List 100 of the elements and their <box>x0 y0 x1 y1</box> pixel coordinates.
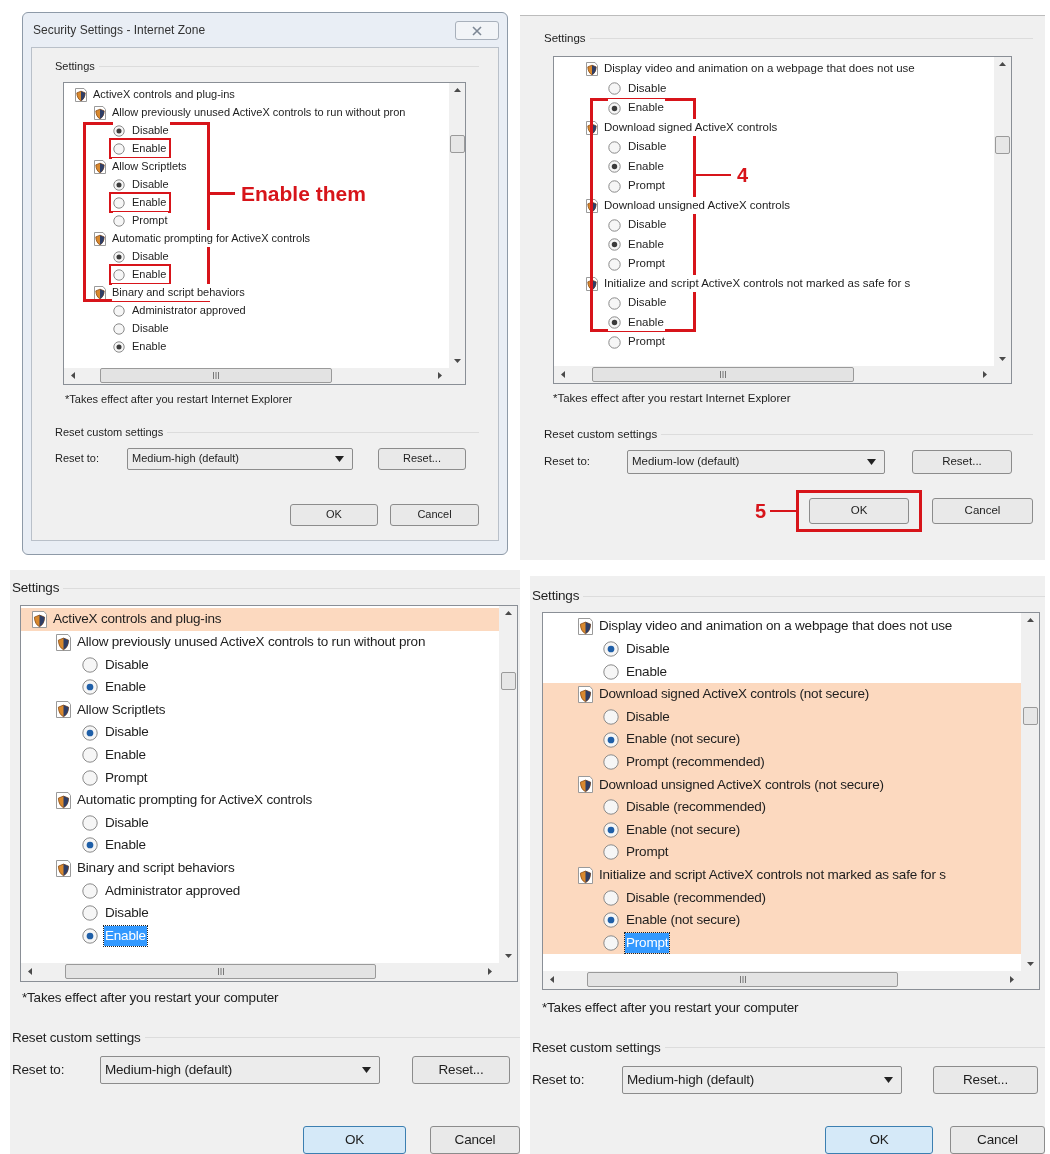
dropdown[interactable]: Medium-high (default) <box>622 1066 902 1094</box>
radio-button[interactable] <box>608 218 621 232</box>
option-label[interactable]: Prompt <box>104 767 149 788</box>
horizontal-scrollbar[interactable] <box>64 367 449 384</box>
horizontal-scrollbar[interactable] <box>21 962 499 981</box>
radio-button[interactable] <box>603 889 619 906</box>
option-label[interactable]: Disable (recommended) <box>625 887 767 908</box>
dropdown[interactable]: Medium-low (default) <box>627 449 885 474</box>
option-label[interactable]: Disable <box>627 79 668 98</box>
option-label[interactable]: Prompt <box>627 333 667 351</box>
option-label[interactable]: Enable <box>627 235 665 254</box>
radio-button[interactable] <box>608 316 621 329</box>
scroll-thumb[interactable] <box>500 672 516 691</box>
option-label[interactable]: Enable (not secure) <box>625 819 741 840</box>
radio-button[interactable] <box>608 101 621 115</box>
radio-button[interactable] <box>608 140 621 154</box>
option-label[interactable]: Disable (recommended) <box>625 797 767 818</box>
reset-button[interactable]: Reset... <box>912 449 1012 474</box>
option-label[interactable]: Administrator approved <box>131 302 247 319</box>
radio-button[interactable] <box>608 296 621 310</box>
option-label[interactable]: Prompt <box>627 255 667 273</box>
option-label[interactable]: Disable <box>627 138 668 156</box>
radio-button[interactable] <box>82 724 98 741</box>
cancel-button[interactable]: Cancel <box>950 1126 1045 1154</box>
option-label[interactable]: Disable <box>104 812 150 833</box>
radio-button[interactable] <box>113 268 125 281</box>
scroll-thumb[interactable] <box>1022 707 1038 726</box>
scroll-thumb[interactable] <box>587 972 898 987</box>
radio-button[interactable] <box>82 814 98 831</box>
option-label[interactable]: Enable <box>131 338 168 355</box>
option-label[interactable]: Disable <box>104 722 150 743</box>
vertical-scrollbar[interactable] <box>449 82 465 368</box>
radio-button[interactable] <box>113 304 125 317</box>
radio-button[interactable] <box>113 196 125 209</box>
option-label[interactable]: Prompt <box>625 842 670 863</box>
radio-button[interactable] <box>113 142 125 155</box>
radio-button[interactable] <box>82 905 98 922</box>
radio-button[interactable] <box>603 731 619 748</box>
radio-button[interactable] <box>603 641 619 658</box>
cancel-button[interactable]: Cancel <box>390 503 479 526</box>
radio-button[interactable] <box>603 799 619 816</box>
ok-button[interactable]: OK <box>809 497 909 524</box>
radio-button[interactable] <box>603 708 619 725</box>
dropdown[interactable]: Medium-high (default) <box>100 1056 380 1084</box>
radio-button[interactable] <box>608 257 621 271</box>
radio-button[interactable] <box>603 844 619 861</box>
radio-button[interactable] <box>608 160 621 173</box>
horizontal-scrollbar[interactable] <box>543 970 1021 989</box>
reset-button[interactable]: Reset... <box>378 447 466 470</box>
scroll-thumb[interactable] <box>592 367 854 383</box>
ok-button[interactable]: OK <box>303 1126 406 1154</box>
option-label[interactable]: Disable <box>131 320 170 337</box>
option-label[interactable]: Enable <box>104 745 147 766</box>
radio-button[interactable] <box>608 238 621 251</box>
scroll-thumb[interactable] <box>449 134 465 153</box>
option-label[interactable]: Administrator approved <box>104 880 242 901</box>
radio-button[interactable] <box>608 82 621 95</box>
option-label[interactable]: Enable <box>104 677 147 698</box>
cancel-button[interactable]: Cancel <box>430 1126 520 1154</box>
vertical-scrollbar[interactable] <box>499 606 517 963</box>
option-label[interactable]: Enable <box>104 835 147 856</box>
radio-button[interactable] <box>603 663 619 680</box>
option-label[interactable]: Disable <box>104 654 150 675</box>
vertical-scrollbar[interactable] <box>1021 613 1039 971</box>
radio-button[interactable] <box>603 934 619 951</box>
option-label[interactable]: Prompt <box>627 177 667 195</box>
radio-button[interactable] <box>113 178 125 191</box>
reset-button[interactable]: Reset... <box>933 1066 1038 1094</box>
option-label[interactable]: Enable <box>131 194 168 211</box>
scroll-thumb[interactable] <box>65 964 376 979</box>
option-label[interactable]: Disable <box>625 639 671 660</box>
scroll-thumb[interactable] <box>100 368 332 383</box>
radio-button[interactable] <box>82 747 98 764</box>
scroll-thumb[interactable] <box>995 136 1010 155</box>
reset-button[interactable]: Reset... <box>412 1056 510 1084</box>
radio-button[interactable] <box>113 124 125 137</box>
vertical-scrollbar[interactable] <box>994 57 1011 367</box>
ok-button[interactable]: OK <box>825 1126 933 1154</box>
radio-button[interactable] <box>113 340 125 353</box>
radio-button[interactable] <box>113 214 125 227</box>
option-label[interactable]: Disable <box>625 706 671 728</box>
radio-button[interactable] <box>82 769 98 786</box>
radio-button[interactable] <box>603 912 619 929</box>
option-label[interactable]: Enable <box>131 266 168 283</box>
radio-button[interactable] <box>608 335 621 349</box>
radio-button[interactable] <box>113 322 125 335</box>
ok-button[interactable]: OK <box>290 503 378 526</box>
radio-button[interactable] <box>608 179 621 193</box>
radio-button[interactable] <box>603 821 619 838</box>
option-label[interactable]: Prompt (recommended) <box>625 752 766 773</box>
option-label[interactable]: Enable <box>625 661 668 682</box>
option-label[interactable]: Enable (not secure) <box>625 910 741 931</box>
radio-button[interactable] <box>82 927 98 944</box>
horizontal-scrollbar[interactable] <box>554 366 994 384</box>
radio-button[interactable] <box>82 679 98 696</box>
option-label[interactable]: Enable <box>627 157 665 176</box>
radio-button[interactable] <box>82 882 98 899</box>
option-label[interactable]: Disable <box>627 294 668 312</box>
close-button[interactable] <box>455 21 499 40</box>
radio-button[interactable] <box>82 656 98 673</box>
